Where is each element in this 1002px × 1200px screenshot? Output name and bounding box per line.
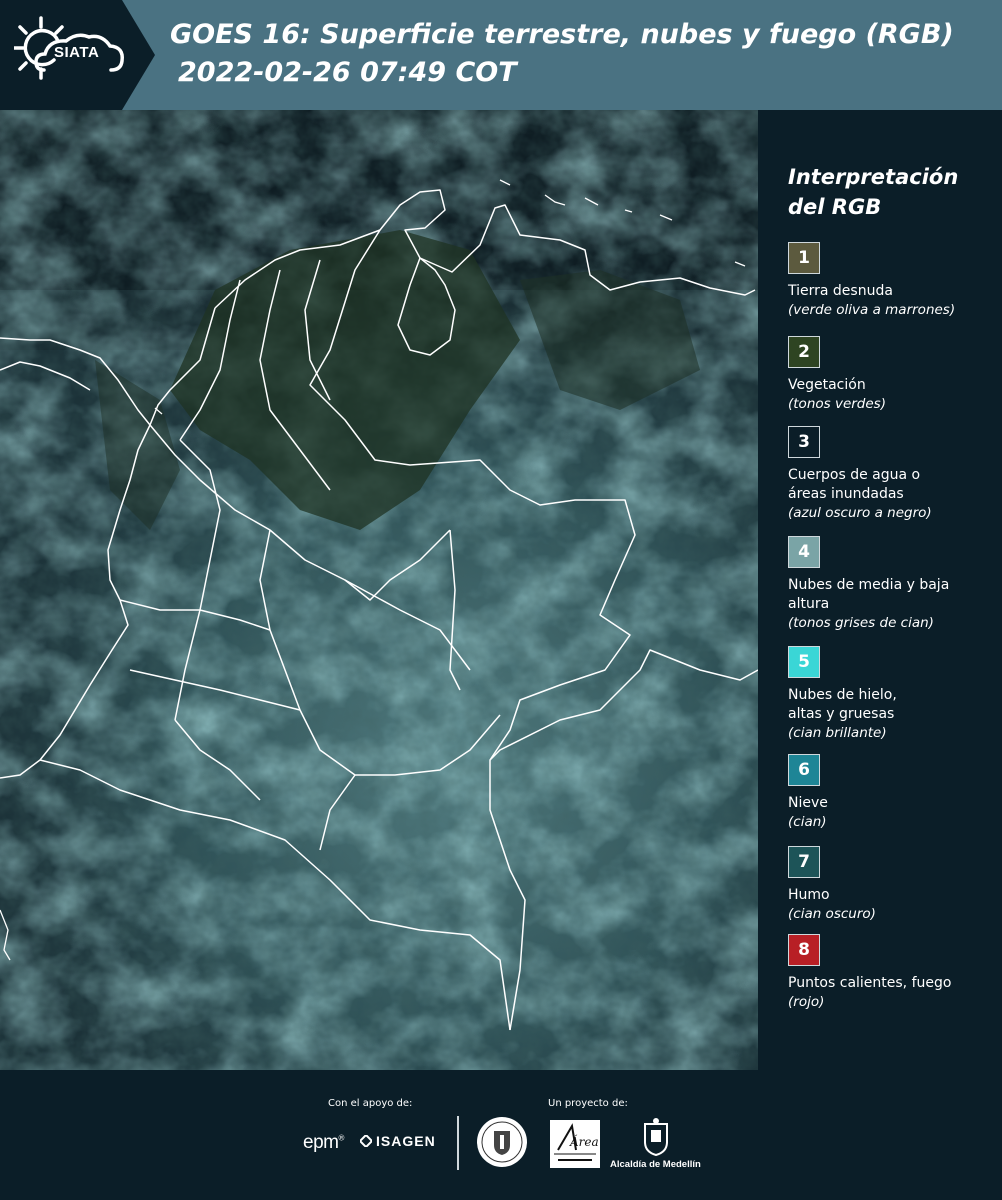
isagen-mark-icon [360, 1135, 372, 1147]
legend-item-bare-land: 1 Tierra desnuda (verde oliva a marrones… [788, 242, 1000, 320]
legend-item-desc: (azul oscuro a negro) [788, 505, 932, 521]
legend-item-hot-spots: 8 Puntos calientes, fuego (rojo) [788, 934, 1000, 1012]
page: SIATA GOES 16: Superficie terrestre, nub… [0, 0, 1002, 1200]
alcaldia-crest-icon[interactable] [642, 1118, 670, 1156]
legend-item-desc: (cian) [788, 814, 827, 830]
isagen-logo-text: ISAGEN [376, 1133, 436, 1149]
legend-item-snow: 6 Nieve (cian) [788, 754, 1000, 832]
area-logo-text: Área [569, 1134, 599, 1149]
legend-swatch: 6 [788, 754, 820, 786]
area-metropolitana-logo[interactable]: Área [550, 1120, 600, 1168]
legend-title-line1: Interpretación [788, 165, 959, 189]
page-subtitle-timestamp: 2022-02-26 07:49 COT [178, 57, 517, 88]
legend-swatch: 5 [788, 646, 820, 678]
legend-item-ice-clouds: 5 Nubes de hielo, altas y gruesas (cian … [788, 646, 1000, 743]
legend-swatch: 8 [788, 934, 820, 966]
footer-divider [457, 1116, 459, 1170]
support-label: Con el apoyo de: [328, 1098, 413, 1109]
legend-item-mid-low-clouds: 4 Nubes de media y baja altura (tonos gr… [788, 536, 1000, 633]
legend-item-label: Nieve [788, 795, 828, 811]
legend-item-desc: (rojo) [788, 994, 825, 1010]
legend-item-label: Cuerpos de agua o áreas inundadas [788, 467, 921, 502]
legend-item-desc: (tonos verdes) [788, 396, 886, 412]
legend-title-line2: del RGB [788, 195, 882, 219]
legend-item-label: Nubes de hielo, altas y gruesas [788, 687, 897, 722]
medellin-seal-icon[interactable] [477, 1117, 527, 1167]
legend-swatch: 4 [788, 536, 820, 568]
epm-logo[interactable]: epm® [303, 1132, 344, 1154]
legend-item-vegetation: 2 Vegetación (tonos verdes) [788, 336, 1000, 414]
footer: Con el apoyo de: Un proyecto de: epm® IS… [0, 1070, 1002, 1200]
satellite-rgb-map-icon [0, 110, 758, 1070]
siata-logo-text: SIATA [54, 44, 100, 61]
isagen-logo[interactable]: ISAGEN [360, 1133, 436, 1149]
legend-item-desc: (tonos grises de cian) [788, 615, 934, 631]
legend-item-water: 3 Cuerpos de agua o áreas inundadas (azu… [788, 426, 1000, 523]
area-metropolitana-icon: Área [554, 1123, 599, 1161]
legend-swatch: 1 [788, 242, 820, 274]
legend-item-desc: (verde oliva a marrones) [788, 302, 956, 318]
legend-item-label: Puntos calientes, fuego [788, 975, 952, 991]
legend-item-desc: (cian brillante) [788, 725, 887, 741]
alcaldia-label: Alcaldía de Medellín [610, 1159, 701, 1170]
legend-title: Interpretación del RGB [788, 162, 988, 222]
legend-swatch: 7 [788, 846, 820, 878]
epm-logo-text: epm [303, 1132, 339, 1153]
legend-swatch: 2 [788, 336, 820, 368]
project-label: Un proyecto de: [548, 1098, 628, 1109]
header-bar: SIATA GOES 16: Superficie terrestre, nub… [0, 0, 1002, 110]
satellite-map[interactable] [0, 110, 758, 1070]
page-title: GOES 16: Superficie terrestre, nubes y f… [170, 19, 954, 50]
legend-item-label: Tierra desnuda [788, 283, 893, 299]
legend-item-label: Vegetación [788, 377, 866, 393]
legend-item-desc: (cian oscuro) [788, 906, 876, 922]
legend-panel: Interpretación del RGB 1 Tierra desnuda … [770, 110, 1002, 1070]
legend-swatch: 3 [788, 426, 820, 458]
legend-item-smoke: 7 Humo (cian oscuro) [788, 846, 1000, 924]
legend-item-label: Nubes de media y baja altura [788, 577, 950, 612]
legend-item-label: Humo [788, 887, 830, 903]
